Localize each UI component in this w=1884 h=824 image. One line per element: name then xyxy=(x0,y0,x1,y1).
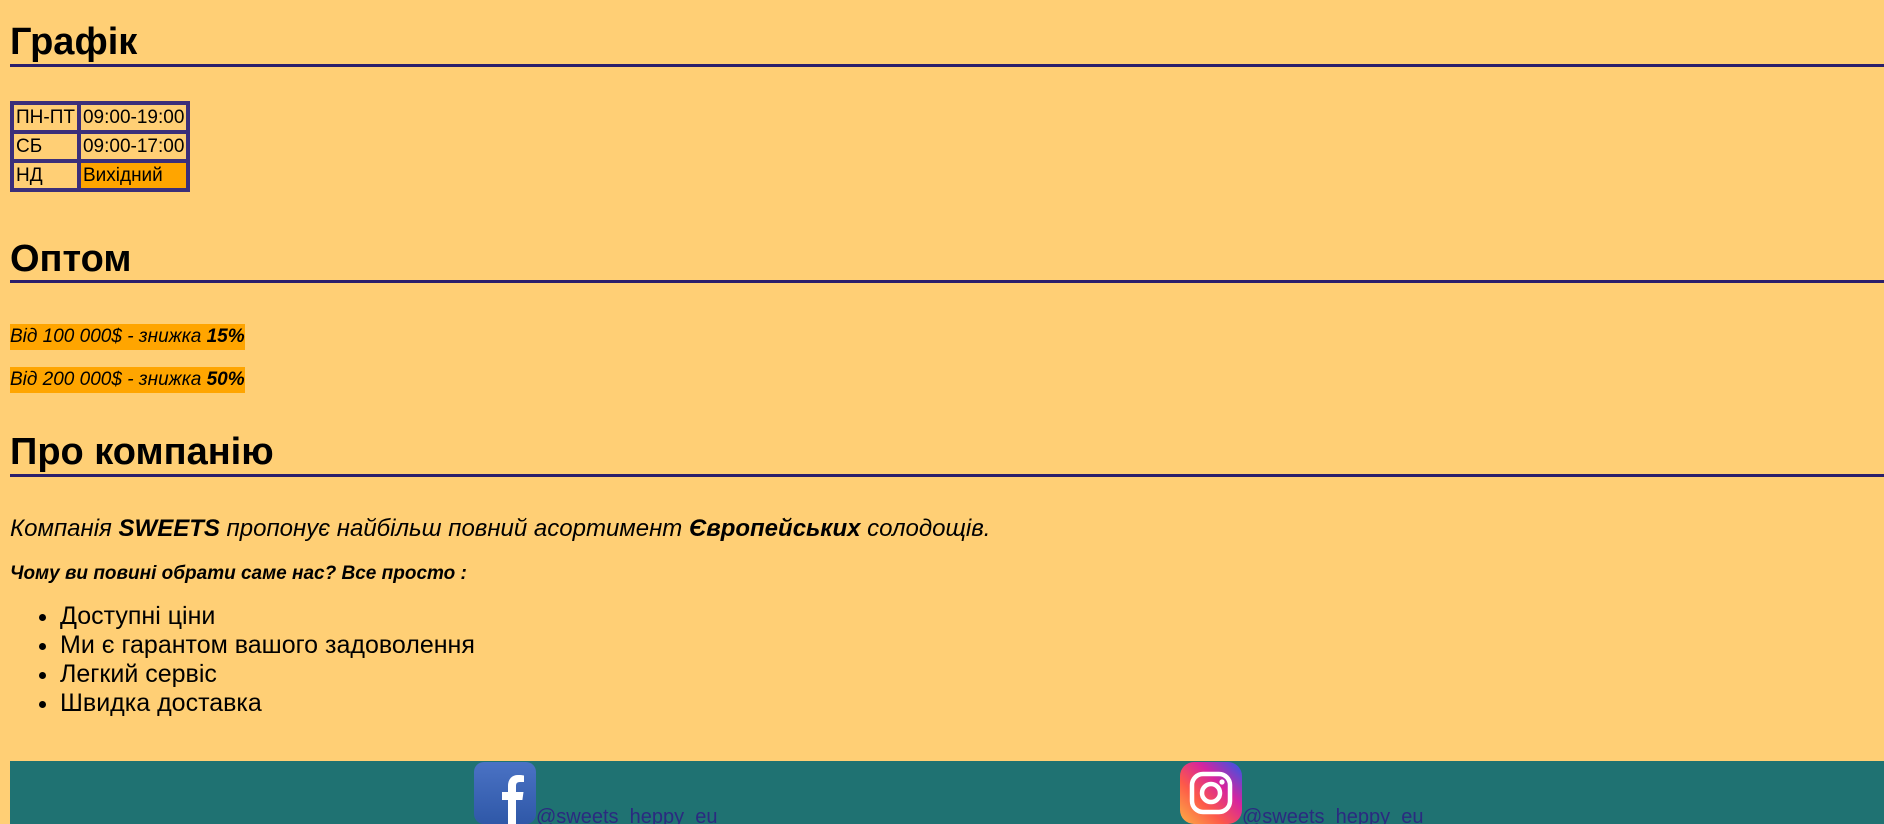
about-intro: Компанія SWEETS пропонує найбільш повний… xyxy=(10,515,1884,543)
intro-text: пропонує найбільш повний асортимент xyxy=(219,515,689,542)
wholesale-offer: Від 100 000$ - знижка 15% xyxy=(10,324,1884,350)
schedule-day: СБ xyxy=(12,132,79,161)
schedule-hours: Вихідний xyxy=(78,161,189,190)
list-item: Ми є гарантом вашого задоволення xyxy=(60,631,1884,660)
intro-text: солодощів. xyxy=(860,515,991,542)
list-item: Легкий сервіс xyxy=(60,660,1884,689)
intro-text: Компанія xyxy=(10,515,119,542)
schedule-heading: Графік xyxy=(10,0,1884,67)
wholesale-offer: Від 200 000$ - знижка 50% xyxy=(10,367,1884,393)
instagram-icon[interactable] xyxy=(1180,762,1242,824)
facebook-icon[interactable] xyxy=(474,762,536,824)
footer: @sweets_heppy_eu @sweets_heppy_eu xyxy=(10,761,1884,824)
offer-text: Від 200 000$ - знижка xyxy=(10,369,207,390)
schedule-hours: 09:00-19:00 xyxy=(78,103,189,132)
list-item: Доступні ціни xyxy=(60,602,1884,631)
why-us-text: Чому ви повині обрати саме нас? Все прос… xyxy=(10,563,467,584)
instagram-handle-link[interactable]: @sweets_heppy_eu xyxy=(1242,807,1424,824)
table-row: СБ 09:00-17:00 xyxy=(12,132,189,161)
schedule-hours: 09:00-17:00 xyxy=(78,132,189,161)
wholesale-heading: Оптом xyxy=(10,240,1884,283)
page-content: Графік ПН-ПТ 09:00-19:00 СБ 09:00-17:00 … xyxy=(0,0,1884,718)
offer-discount: 15% xyxy=(206,326,245,347)
benefits-list: Доступні ціни Ми є гарантом вашого задов… xyxy=(10,602,1884,718)
brand-name: SWEETS xyxy=(118,515,220,542)
table-row: ПН-ПТ 09:00-19:00 xyxy=(12,103,189,132)
facebook-handle-link[interactable]: @sweets_heppy_eu xyxy=(536,807,718,824)
offer-discount: 50% xyxy=(206,369,245,390)
facebook-link-group: @sweets_heppy_eu xyxy=(474,761,718,824)
list-item: Швидка доставка xyxy=(60,689,1884,718)
offer-text: Від 100 000$ - знижка xyxy=(10,326,207,347)
instagram-link-group: @sweets_heppy_eu xyxy=(1180,761,1424,824)
schedule-day: НД xyxy=(12,161,79,190)
about-heading: Про компанію xyxy=(10,433,1884,477)
intro-highlight: Європейських xyxy=(688,515,861,542)
schedule-table: ПН-ПТ 09:00-19:00 СБ 09:00-17:00 НД Вихі… xyxy=(10,101,191,192)
table-row: НД Вихідний xyxy=(12,161,189,190)
schedule-day: ПН-ПТ xyxy=(12,103,79,132)
